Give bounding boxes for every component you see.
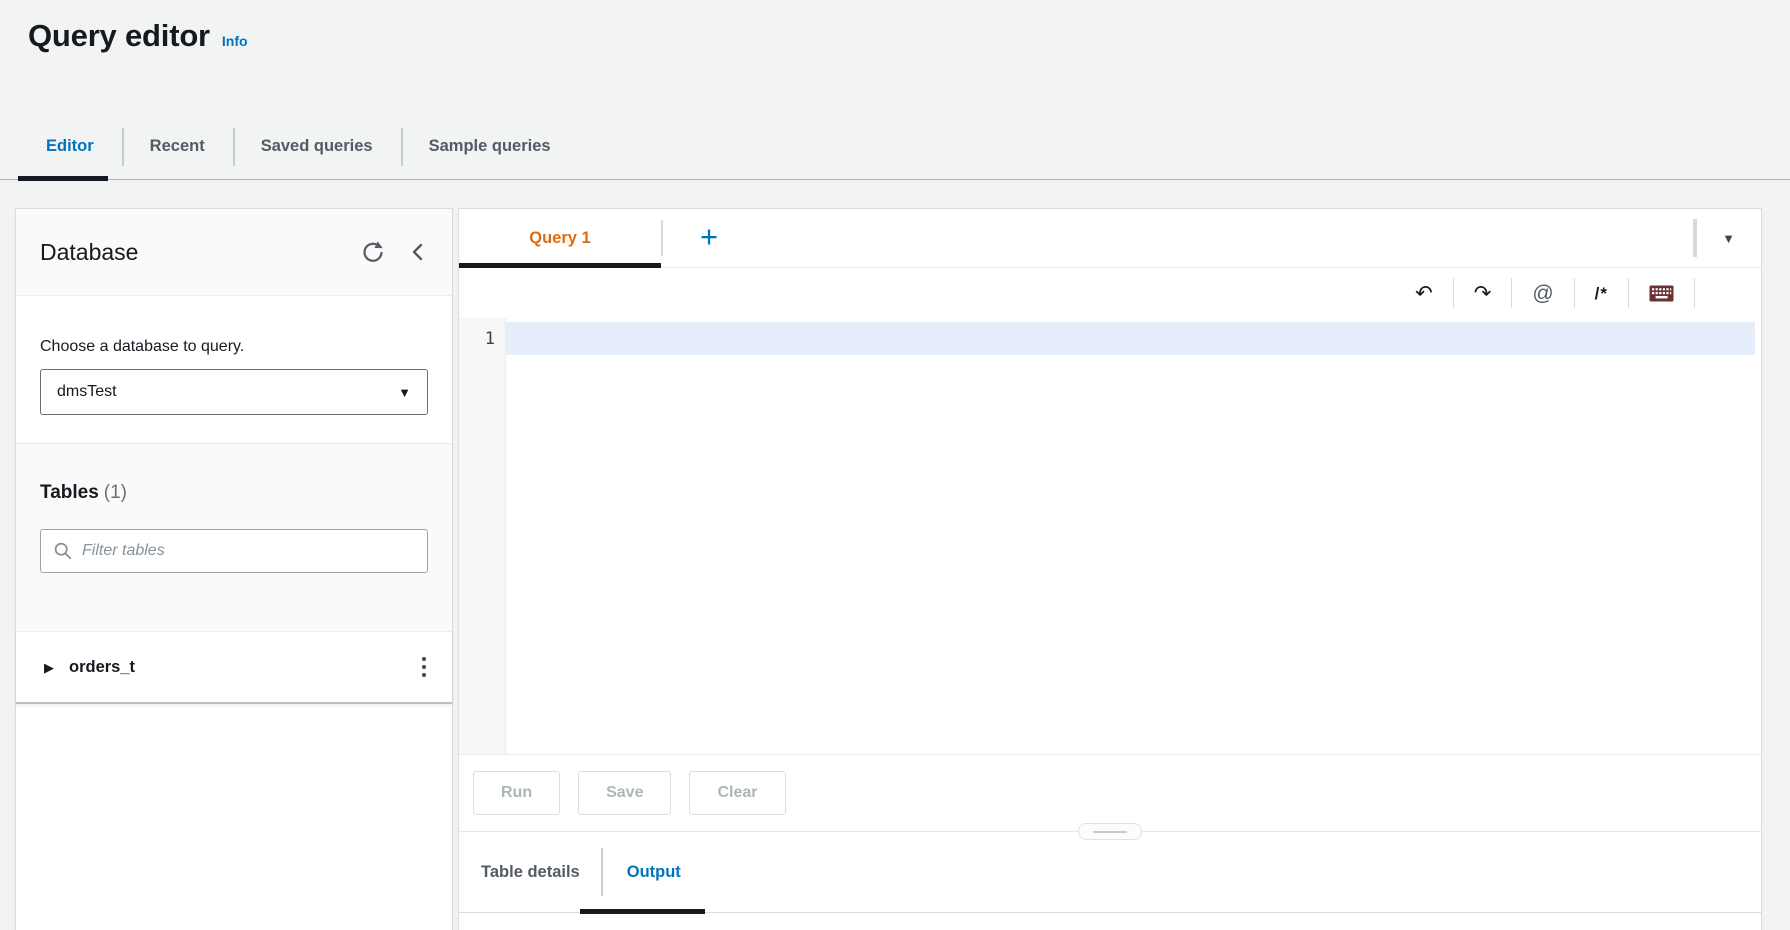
tab-output[interactable]: Output bbox=[579, 832, 705, 914]
redo-icon: ↷ bbox=[1473, 280, 1492, 305]
editor-toolbar: ↶ ↷ @ /* bbox=[459, 268, 1761, 318]
database-select-value: dmsTest bbox=[57, 383, 117, 400]
keyboard-shortcuts-button[interactable] bbox=[1649, 285, 1674, 302]
editor-actions: Run Save Clear bbox=[459, 754, 1761, 831]
tab-table-details[interactable]: Table details bbox=[481, 832, 601, 912]
database-panel-title: Database bbox=[40, 238, 139, 265]
expand-right-icon[interactable]: ▶ bbox=[44, 661, 54, 674]
tables-count: (1) bbox=[103, 482, 128, 503]
line-number: 1 bbox=[484, 329, 495, 349]
editor-content[interactable] bbox=[506, 318, 1761, 754]
run-button[interactable]: Run bbox=[473, 771, 561, 815]
comment-icon: /* bbox=[1594, 283, 1608, 303]
collapse-panel-button[interactable] bbox=[404, 238, 432, 266]
tab-overflow-menu-button[interactable]: ▼ bbox=[1718, 228, 1739, 249]
database-panel: Database Choose a database to query. dms… bbox=[15, 208, 453, 930]
divider bbox=[1511, 278, 1513, 308]
result-tabs: Table details Output bbox=[459, 832, 1761, 914]
drag-handle-grip bbox=[1093, 830, 1127, 833]
refresh-button[interactable] bbox=[358, 237, 388, 267]
divider bbox=[661, 220, 663, 256]
page-header: Query editor Info bbox=[0, 0, 1790, 54]
comment-button[interactable]: /* bbox=[1595, 285, 1608, 302]
top-nav-tabs: Editor Recent Saved queries Sample queri… bbox=[0, 114, 1790, 181]
mention-button[interactable]: @ bbox=[1532, 283, 1553, 304]
add-query-tab-button[interactable]: + bbox=[696, 221, 722, 256]
chevron-down-icon: ▼ bbox=[398, 384, 411, 400]
filter-tables-input[interactable] bbox=[82, 542, 415, 560]
save-button[interactable]: Save bbox=[578, 771, 672, 815]
panel-resize-handle[interactable] bbox=[1078, 823, 1142, 840]
editor-gutter: 1 bbox=[459, 318, 506, 754]
active-line-highlight bbox=[506, 322, 1755, 355]
clear-button[interactable]: Clear bbox=[689, 771, 786, 815]
database-select[interactable]: dmsTest ▼ bbox=[40, 369, 428, 415]
redo-button[interactable]: ↷ bbox=[1473, 280, 1492, 305]
tab-editor[interactable]: Editor bbox=[18, 114, 122, 181]
keyboard-icon bbox=[1649, 285, 1674, 302]
divider bbox=[1573, 278, 1575, 308]
at-symbol-icon: @ bbox=[1532, 281, 1554, 305]
tab-saved-queries[interactable]: Saved queries bbox=[233, 114, 401, 179]
tab-recent[interactable]: Recent bbox=[122, 114, 233, 179]
divider bbox=[1694, 278, 1695, 308]
undo-button[interactable]: ↶ bbox=[1415, 280, 1433, 305]
chevron-left-icon bbox=[406, 240, 430, 264]
query-tab-bar: Query 1 + ▼ bbox=[459, 209, 1761, 268]
search-icon bbox=[53, 541, 73, 561]
divider bbox=[1452, 278, 1454, 308]
choose-database-label: Choose a database to query. bbox=[40, 338, 245, 355]
table-row-orders-t[interactable]: ▶ orders_t bbox=[16, 631, 452, 704]
divider bbox=[1628, 278, 1629, 308]
database-panel-header: Database bbox=[16, 209, 452, 296]
tables-section: Tables (1) bbox=[16, 444, 452, 631]
table-name: orders_t bbox=[69, 657, 136, 676]
query-tab-1[interactable]: Query 1 bbox=[459, 209, 661, 268]
tables-heading: Tables (1) bbox=[40, 482, 128, 503]
filter-tables-box bbox=[40, 529, 428, 573]
tab-sample-queries[interactable]: Sample queries bbox=[401, 114, 579, 179]
chevron-down-icon: ▼ bbox=[1722, 230, 1735, 246]
sql-editor[interactable]: 1 bbox=[459, 318, 1761, 754]
refresh-icon bbox=[360, 239, 386, 265]
divider bbox=[1693, 219, 1698, 257]
kebab-menu-icon[interactable] bbox=[416, 651, 432, 683]
page-title: Query editor bbox=[28, 18, 210, 53]
database-panel-body: Choose a database to query. dmsTest ▼ bbox=[16, 296, 452, 415]
info-link[interactable]: Info bbox=[222, 33, 248, 49]
query-panel: Query 1 + ▼ ↶ ↷ @ /* 1 Run Save Clear Ta… bbox=[458, 208, 1762, 930]
undo-icon: ↶ bbox=[1415, 280, 1433, 305]
